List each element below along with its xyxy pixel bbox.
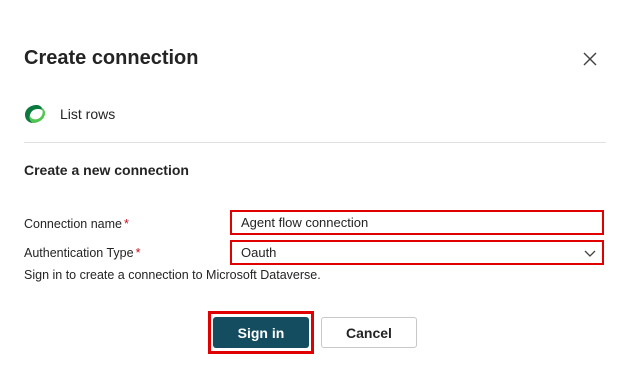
connection-name-label-text: Connection name bbox=[24, 217, 122, 231]
create-connection-dialog: Create connection List rows Create a new… bbox=[0, 0, 630, 387]
authentication-type-select[interactable]: Oauth bbox=[230, 240, 604, 265]
close-button[interactable] bbox=[579, 48, 601, 70]
action-label: List rows bbox=[60, 106, 116, 122]
chevron-down-icon[interactable] bbox=[584, 247, 596, 259]
connection-name-input[interactable]: Agent flow connection bbox=[230, 210, 604, 235]
authentication-type-value: Oauth bbox=[241, 245, 277, 260]
required-marker: * bbox=[123, 217, 129, 231]
help-text: Sign in to create a connection to Micros… bbox=[24, 268, 321, 282]
section-title: Create a new connection bbox=[24, 162, 189, 178]
dialog-title: Create connection bbox=[24, 47, 199, 69]
dataverse-icon bbox=[25, 105, 45, 123]
connection-name-label: Connection name * bbox=[24, 217, 129, 231]
sign-in-button[interactable]: Sign in bbox=[213, 317, 309, 348]
close-icon bbox=[583, 52, 597, 66]
connection-name-value: Agent flow connection bbox=[241, 215, 369, 230]
authentication-type-label-text: Authentication Type bbox=[24, 246, 134, 260]
divider bbox=[24, 142, 606, 143]
cancel-button[interactable]: Cancel bbox=[321, 317, 417, 348]
authentication-type-label: Authentication Type * bbox=[24, 246, 140, 260]
action-row: List rows bbox=[24, 104, 115, 124]
required-marker: * bbox=[135, 246, 141, 260]
